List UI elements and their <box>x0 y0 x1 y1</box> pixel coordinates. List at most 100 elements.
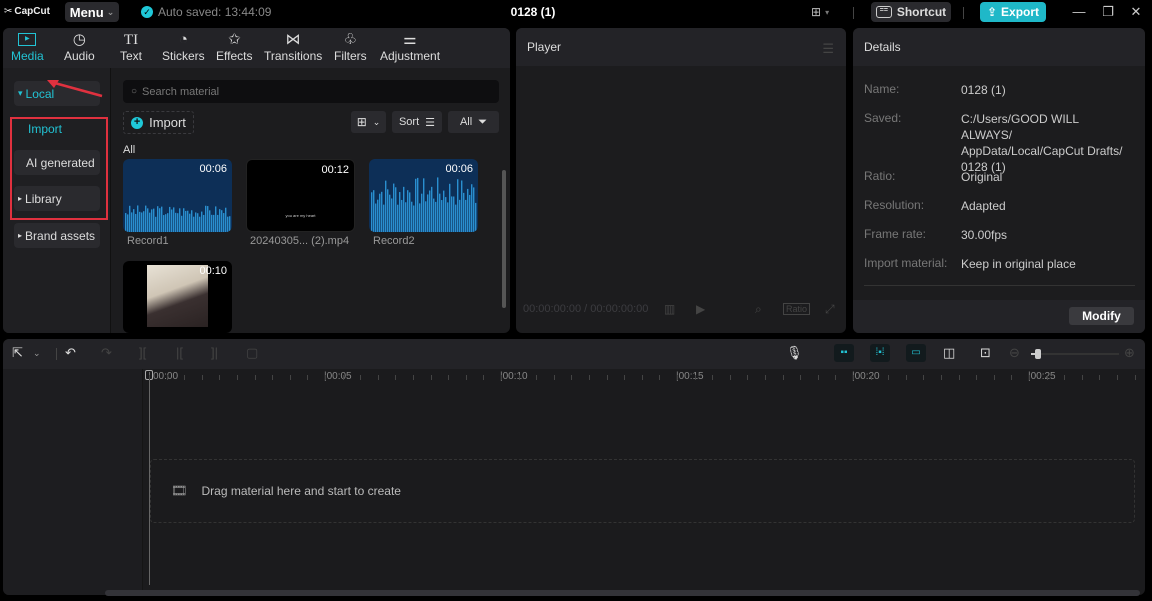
undo-icon[interactable]: ↶ <box>65 345 76 361</box>
ruler-tick <box>289 375 291 380</box>
timeline-zoom-fit-icon[interactable]: ⊡ <box>980 345 991 361</box>
tab-filters[interactable]: ♧ Filters <box>334 31 367 63</box>
chevron-down-icon: ⌄ <box>372 116 381 127</box>
ruler-tick <box>712 375 714 380</box>
tab-media[interactable]: ▶ Media <box>11 31 44 63</box>
tab-adjustment[interactable]: ⚌ Adjustment <box>380 31 440 63</box>
layout-button[interactable]: ⊞ ▾ <box>811 5 829 19</box>
preview-axis-icon[interactable]: ▭ <box>906 344 926 362</box>
chevron-down-icon[interactable]: ⌄ <box>33 348 41 359</box>
ruler-tick <box>835 375 837 380</box>
import-button[interactable]: + Import <box>123 111 194 134</box>
ruler-tick <box>307 375 309 380</box>
ruler-tick <box>518 375 520 380</box>
ruler-tick <box>342 375 344 380</box>
sort-button[interactable]: Sort ☰ <box>392 111 442 133</box>
video-thumbnail: 00:12 you are my heart <box>246 159 355 232</box>
media-item[interactable]: 00:06 Record1 <box>123 159 232 247</box>
plus-icon: + <box>131 116 144 129</box>
track-header-area <box>3 369 143 595</box>
ruler-tick <box>1081 375 1083 380</box>
audio-thumbnail: 00:06 <box>369 159 478 232</box>
player-panel: Player ☰ 00:00:00:00 / 00:00:00:00 ▥ ▶ ⌕… <box>516 28 846 333</box>
menu-button[interactable]: Menu ⌄ <box>65 2 119 22</box>
ruler-tick <box>1134 375 1136 380</box>
minimize-button[interactable]: — <box>1069 4 1089 22</box>
ruler-tick <box>501 375 502 380</box>
split-view-icon[interactable]: ◫ <box>943 345 955 361</box>
play-button[interactable]: ▶ <box>696 302 705 316</box>
timeline-horizontal-scrollbar[interactable] <box>105 590 1140 596</box>
player-header <box>516 28 846 66</box>
delete-left-icon[interactable]: |[ <box>176 345 183 360</box>
effects-icon: ✩ <box>227 31 241 48</box>
select-tool-icon[interactable]: ⇱ <box>12 345 23 361</box>
linkage-icon[interactable]: ⁞▪⁞ <box>870 344 890 362</box>
text-icon: TI <box>123 32 139 48</box>
red-arrow-annotation <box>47 80 103 98</box>
autosave-status: ✓ Auto saved: 13:44:09 <box>141 5 271 19</box>
tab-audio[interactable]: ◷ Audio <box>64 31 95 63</box>
zoom-slider-handle[interactable] <box>1035 349 1041 359</box>
timeline-panel: ⇱ ⌄ ↶ ↷ ][ |[ ]| ▢ 🎙 ▪▪ ⁞▪⁞ ▭ ◫ ⊡ ⊖ ⊕ 00… <box>3 339 1145 595</box>
view-mode-button[interactable]: ⊞ ⌄ <box>351 111 386 133</box>
modify-button[interactable]: Modify <box>1069 307 1134 325</box>
tab-effects[interactable]: ✩ Effects <box>216 31 252 63</box>
ruler-tick <box>765 375 766 380</box>
ruler-label: |00:10 <box>500 371 528 382</box>
ruler-tick <box>272 375 274 380</box>
fullscreen-icon[interactable]: ⤢ <box>825 302 835 317</box>
highlight-annotation-box <box>10 117 108 220</box>
capcut-logo: ✂ CapCut <box>4 6 50 17</box>
ruler-tick <box>149 375 150 380</box>
split-icon[interactable]: ][ <box>139 345 146 360</box>
search-input[interactable]: ○ Search material <box>123 80 499 103</box>
zoom-fit-icon[interactable]: ⌕ <box>755 302 762 317</box>
ruler-label: |00:25 <box>1028 371 1056 382</box>
zoom-in-icon[interactable]: ⊕ <box>1124 345 1135 361</box>
ruler-tick <box>905 375 907 380</box>
ruler-tick <box>747 375 749 380</box>
drop-zone[interactable]: 🎞 Drag material here and start to create <box>150 459 1135 523</box>
ruler-tick <box>254 375 256 380</box>
maximize-button[interactable]: ❐ <box>1098 4 1118 22</box>
zoom-out-icon[interactable]: ⊖ <box>1009 345 1020 361</box>
ruler-tick <box>413 375 414 380</box>
close-button[interactable]: ✕ <box>1126 4 1146 22</box>
tab-transitions[interactable]: ⋈ Transitions <box>264 31 322 63</box>
ratio-button[interactable]: Ratio <box>783 303 811 315</box>
detail-row-import-material: Import material: Keep in original place <box>864 256 1076 271</box>
redo-icon[interactable]: ↷ <box>101 345 112 361</box>
tab-text[interactable]: TI Text <box>120 31 142 63</box>
export-button[interactable]: ⇪ Export <box>980 2 1046 22</box>
media-item[interactable]: 00:06 Record2 <box>369 159 478 247</box>
audio-thumbnail: 00:06 <box>123 159 232 232</box>
media-item[interactable]: 00:10 <box>123 261 232 333</box>
ruler-tick <box>1117 375 1118 380</box>
media-scrollbar[interactable] <box>502 170 506 308</box>
sidebar-item-brand-assets[interactable]: ▸ Brand assets <box>14 223 100 248</box>
ruler-tick <box>677 375 678 380</box>
divider <box>56 348 57 360</box>
tab-stickers[interactable]: ◔ Stickers <box>162 31 205 63</box>
image-thumbnail: 00:10 <box>123 261 232 333</box>
media-item[interactable]: 00:12 you are my heart 20240305... (2).m… <box>246 159 355 247</box>
shortcut-button[interactable]: == Shortcut <box>871 2 951 22</box>
ruler-tick <box>1011 375 1013 380</box>
filter-button[interactable]: All ⏷ <box>448 111 499 133</box>
zoom-slider-track[interactable] <box>1031 353 1119 355</box>
microphone-icon[interactable]: 🎙 <box>786 345 803 361</box>
delete-icon[interactable]: ▢ <box>246 345 258 361</box>
search-icon: ○ <box>131 86 138 97</box>
waveform-toggle-icon[interactable]: ▥ <box>664 302 675 316</box>
project-title: 0128 (1) <box>510 5 556 19</box>
ruler-tick <box>624 375 626 380</box>
auto-snap-icon[interactable]: ▪▪ <box>834 344 854 362</box>
ruler-tick <box>589 375 590 380</box>
filter-icon: ⏷ <box>478 115 488 128</box>
adjustment-icon: ⚌ <box>403 31 417 48</box>
delete-right-icon[interactable]: ]| <box>211 345 218 360</box>
menu-icon[interactable]: ☰ <box>822 41 834 57</box>
ruler-tick <box>237 375 238 380</box>
transitions-icon: ⋈ <box>285 31 301 48</box>
